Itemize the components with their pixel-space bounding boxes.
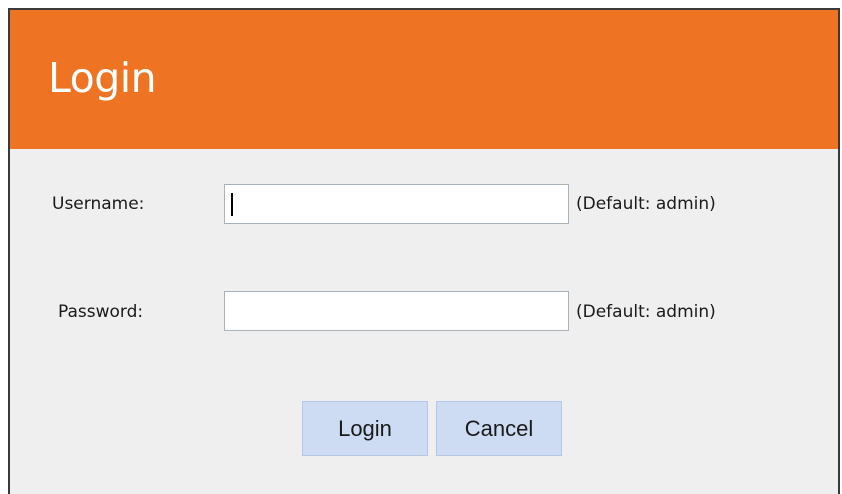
- login-dialog: Login Username: (Default: admin) Passwor…: [8, 8, 840, 494]
- username-input[interactable]: [224, 184, 569, 224]
- cancel-button[interactable]: Cancel: [436, 401, 562, 456]
- login-button[interactable]: Login: [302, 401, 428, 456]
- password-label: Password:: [58, 302, 144, 322]
- username-default-hint: (Default: admin): [576, 194, 716, 214]
- password-default-hint: (Default: admin): [576, 302, 716, 322]
- password-input[interactable]: [224, 291, 569, 331]
- dialog-title: Login: [48, 54, 157, 102]
- username-label: Username:: [52, 194, 145, 214]
- text-caret: [231, 193, 233, 216]
- dialog-header: Login: [10, 10, 838, 149]
